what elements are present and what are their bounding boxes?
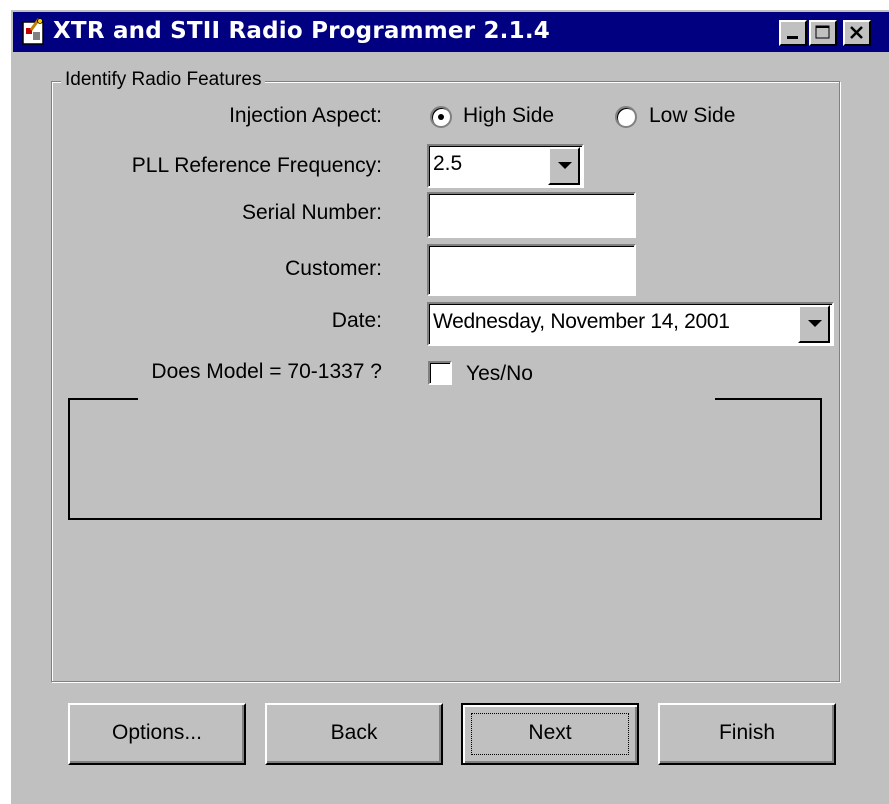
- model-question-label: Does Model = 70-1337 ?: [151, 360, 382, 383]
- low-side-label[interactable]: Low Side: [649, 104, 735, 128]
- high-side-radio[interactable]: [430, 106, 452, 128]
- high-side-label[interactable]: High Side: [463, 104, 554, 128]
- maximize-icon: [815, 25, 830, 39]
- chevron-down-icon: [558, 162, 572, 169]
- serial-number-label: Serial Number:: [241, 201, 382, 224]
- options-button-label: Options...: [112, 721, 202, 744]
- chevron-down-icon: [808, 320, 822, 327]
- serial-number-input[interactable]: [427, 192, 636, 238]
- back-button[interactable]: Back: [265, 703, 443, 765]
- yes-no-label[interactable]: Yes/No: [466, 362, 533, 386]
- options-button[interactable]: Options...: [68, 703, 246, 765]
- finish-button[interactable]: Finish: [658, 703, 836, 765]
- pll-dropdown-button[interactable]: [548, 147, 580, 185]
- info-frame: [68, 398, 822, 520]
- date-dropdown-button[interactable]: [798, 305, 830, 343]
- minimize-icon: [787, 36, 798, 39]
- info-frame-top-left: [68, 398, 138, 400]
- info-frame-top-right: [715, 398, 822, 400]
- radio-dot-icon: [438, 114, 444, 120]
- date-value: Wednesday, November 14, 2001: [433, 310, 730, 333]
- close-button[interactable]: [843, 20, 871, 46]
- minimize-button[interactable]: [779, 20, 807, 46]
- window-title: XTR and STII Radio Programmer 2.1.4: [53, 18, 550, 44]
- pll-reference-frequency-label: PLL Reference Frequency:: [131, 154, 382, 177]
- yes-no-checkbox[interactable]: [428, 361, 452, 385]
- title-bar[interactable]: XTR and STII Radio Programmer 2.1.4: [13, 12, 889, 52]
- pll-selected-value: 2.5: [433, 152, 463, 175]
- date-picker[interactable]: Wednesday, November 14, 2001: [427, 302, 834, 346]
- customer-input[interactable]: [427, 244, 636, 296]
- close-icon: [850, 26, 863, 39]
- back-button-label: Back: [330, 721, 378, 744]
- finish-button-label: Finish: [718, 721, 776, 744]
- customer-label: Customer:: [285, 257, 382, 280]
- low-side-radio[interactable]: [615, 106, 637, 128]
- next-button[interactable]: Next: [461, 703, 639, 765]
- injection-aspect-label: Injection Aspect:: [229, 104, 382, 127]
- app-icon: [22, 18, 44, 45]
- group-caption: Identify Radio Features: [61, 69, 266, 91]
- next-button-label: Next: [528, 721, 572, 744]
- maximize-button[interactable]: [809, 20, 837, 46]
- date-label: Date:: [331, 309, 382, 332]
